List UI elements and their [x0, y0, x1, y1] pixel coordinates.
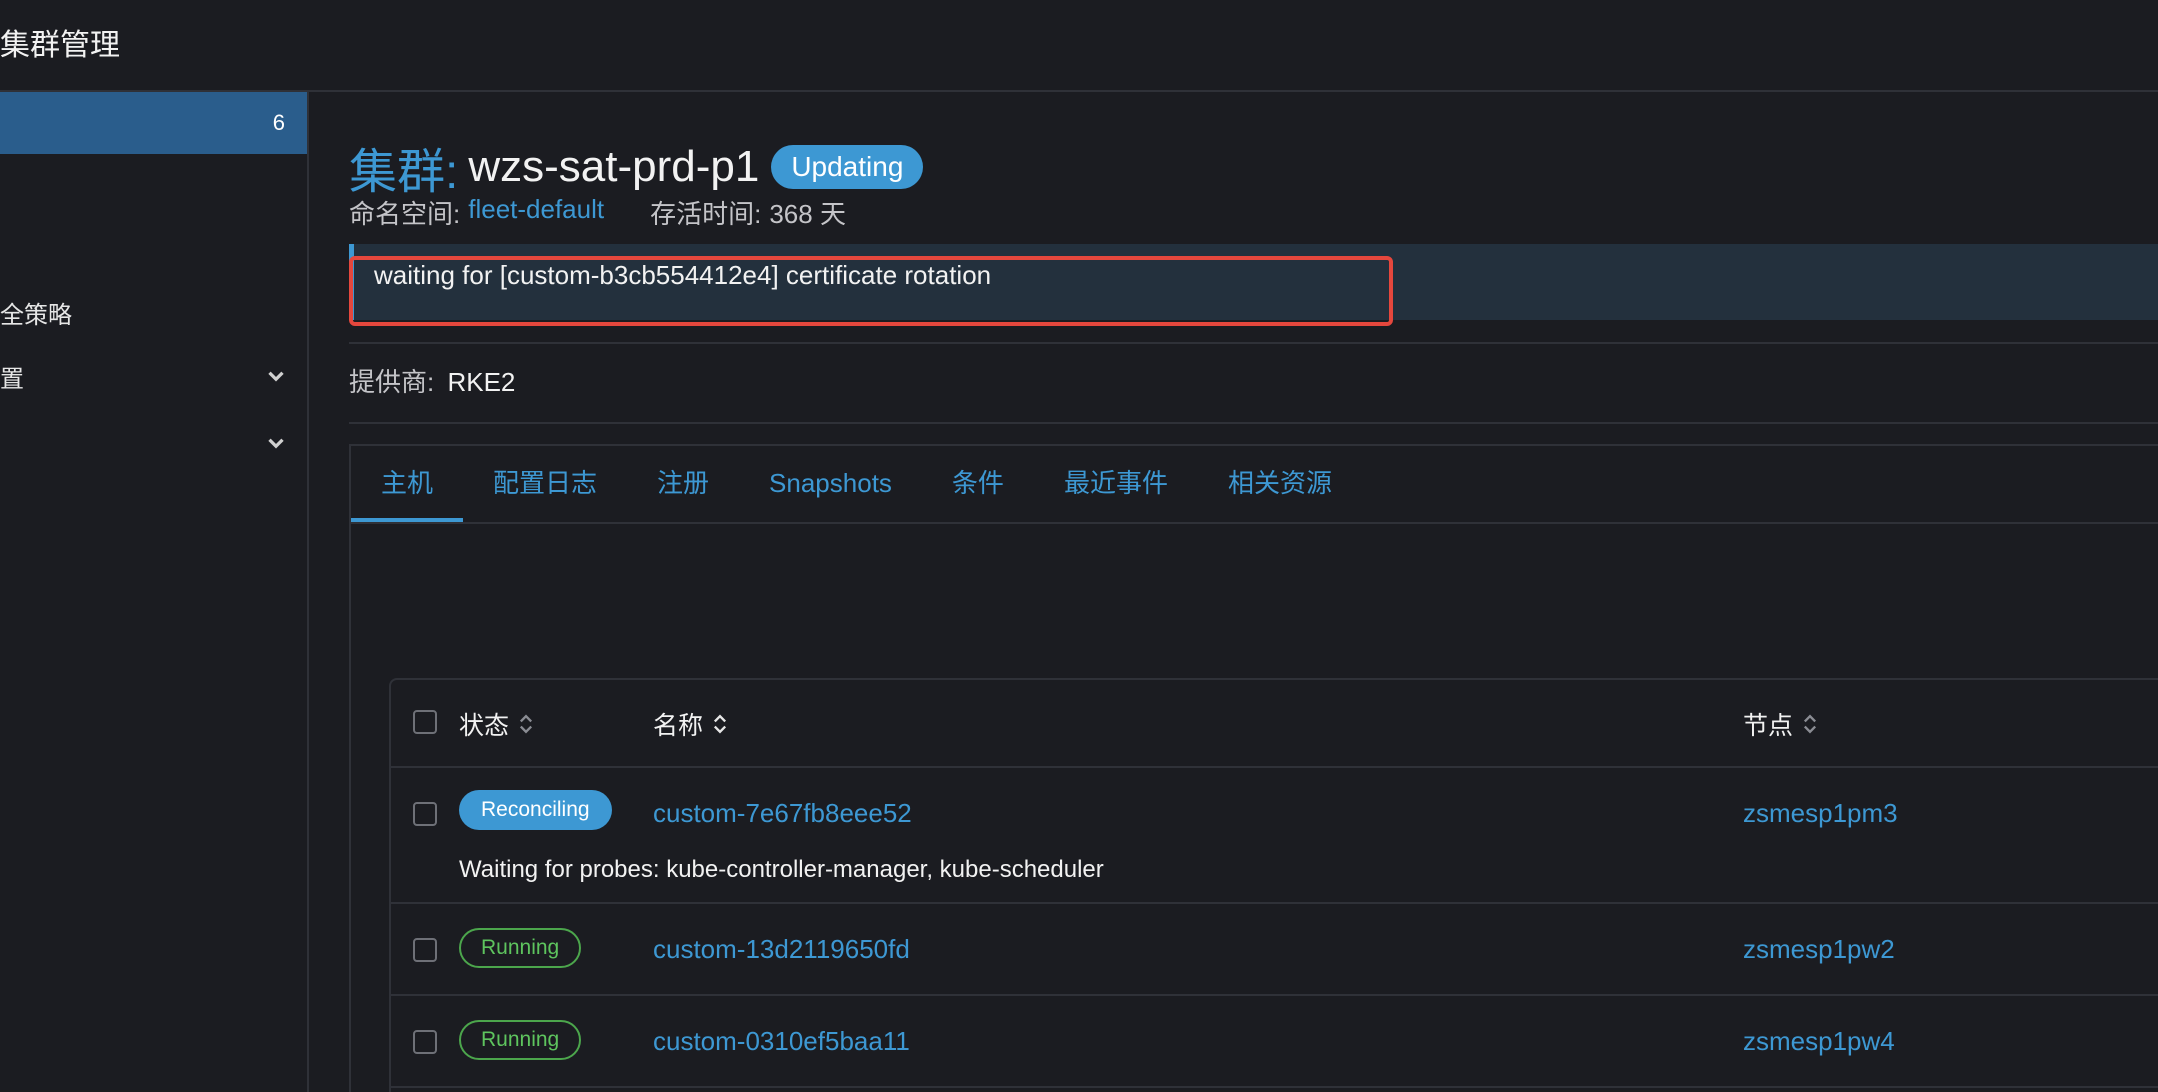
machine-name-link[interactable]: custom-0310ef5baa11: [653, 1026, 910, 1057]
cluster-meta: 命名空间: fleet-default 存活时间: 368 天: [349, 194, 846, 231]
column-label: 名称: [653, 712, 704, 740]
table-row: Running custom-0310ef5baa11 zsmesp1pw4: [391, 996, 2158, 1088]
column-header-name[interactable]: 名称: [653, 706, 729, 742]
main-content: 集群: wzs-sat-prd-p1 Updating 命名空间: fleet-…: [309, 92, 2158, 1092]
machines-table: 状态 名称 节点 Reconciling custom-7e67fb8eee52…: [389, 678, 2158, 1092]
status-badge: Updating: [771, 145, 924, 189]
table-row: Running custom-13d2119650fd zsmesp1pw2: [391, 904, 2158, 996]
tab-snapshots[interactable]: Snapshots: [739, 446, 922, 522]
table-header: 状态 名称 节点: [391, 680, 2158, 768]
sidebar-item-collapsed[interactable]: [0, 423, 307, 463]
cluster-prefix: 集群:: [349, 146, 459, 199]
column-label: 状态: [459, 712, 510, 740]
sort-icon: [713, 714, 727, 734]
tab-machines[interactable]: 主机: [351, 446, 464, 522]
select-all-checkbox[interactable]: [413, 710, 437, 734]
row-checkbox[interactable]: [413, 1030, 437, 1054]
sort-icon: [519, 714, 533, 734]
sort-icon: [1803, 714, 1817, 734]
tabs-panel: 主机 配置日志 注册 Snapshots 条件 最近事件 相关资源 状态 名称: [349, 444, 2158, 1092]
page-title: 集群: wzs-sat-prd-p1 Updating: [349, 132, 924, 202]
column-header-state[interactable]: 状态: [459, 706, 535, 742]
node-link[interactable]: zsmesp1pw4: [1743, 1026, 1895, 1057]
namespace-link[interactable]: fleet-default: [468, 194, 604, 231]
age-label: 存活时间:: [650, 199, 762, 229]
sidebar-item-settings[interactable]: 置: [0, 356, 307, 396]
top-header: 集群管理: [0, 0, 2158, 92]
cluster-name: wzs-sat-prd-p1: [468, 142, 760, 191]
machine-name-link[interactable]: custom-13d2119650fd: [653, 934, 910, 965]
sidebar-item-label: 置: [0, 365, 24, 393]
divider: [349, 422, 2158, 424]
sidebar: 6 全策略 置: [0, 92, 309, 1092]
row-checkbox[interactable]: [413, 938, 437, 962]
node-link[interactable]: zsmesp1pw2: [1743, 934, 1895, 965]
namespace-label: 命名空间:: [349, 199, 461, 229]
chevron-down-icon[interactable]: [263, 430, 289, 456]
state-badge: Running: [459, 1020, 582, 1060]
row-checkbox[interactable]: [413, 802, 437, 826]
sidebar-item-policy[interactable]: 全策略: [0, 292, 307, 332]
table-row: Reconciling custom-7e67fb8eee52 zsmesp1p…: [391, 768, 2158, 904]
age-value: 368 天: [769, 199, 846, 229]
tab-related-resources[interactable]: 相关资源: [1198, 446, 1362, 522]
chevron-down-icon[interactable]: [263, 363, 289, 389]
tab-registration[interactable]: 注册: [627, 446, 739, 522]
divider: [349, 342, 2158, 344]
sidebar-item-active[interactable]: 6: [0, 92, 307, 154]
highlight-box: [349, 256, 1393, 326]
node-link[interactable]: zsmesp1pm3: [1743, 798, 1898, 829]
tab-provisioning-log[interactable]: 配置日志: [463, 446, 627, 522]
column-header-node[interactable]: 节点: [1743, 706, 1819, 742]
state-badge: Running: [459, 928, 582, 968]
tab-conditions[interactable]: 条件: [922, 446, 1034, 522]
sidebar-item-count: 6: [272, 110, 285, 135]
page-header-title: 集群管理: [0, 29, 120, 62]
row-message: Waiting for probes: kube-controller-mana…: [459, 856, 1104, 883]
tab-recent-events[interactable]: 最近事件: [1034, 446, 1198, 522]
column-label: 节点: [1743, 712, 1794, 740]
provider-label: 提供商:: [349, 367, 435, 397]
machine-name-link[interactable]: custom-7e67fb8eee52: [653, 798, 912, 829]
tab-bar: 主机 配置日志 注册 Snapshots 条件 最近事件 相关资源: [351, 446, 2158, 524]
state-badge: Reconciling: [459, 790, 612, 830]
provider-value: RKE2: [447, 367, 516, 397]
provider-info: 提供商: RKE2: [349, 362, 515, 399]
sidebar-item-label: 全策略: [0, 301, 72, 329]
